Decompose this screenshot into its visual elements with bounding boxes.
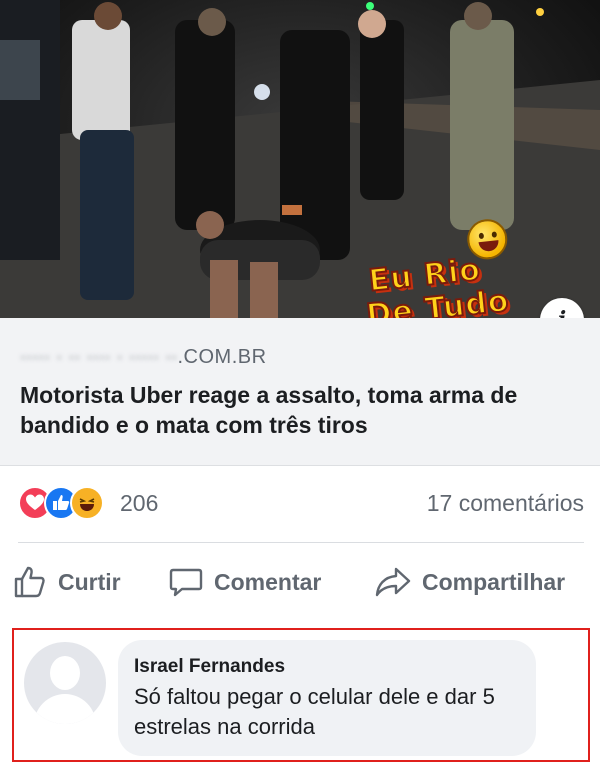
post-photo[interactable]: Eu Rio De Tudo i xyxy=(0,0,600,318)
comment-bubble-icon xyxy=(169,568,203,597)
link-domain: ∙∙∙∙∙ ∙ ∙∙ ∙∙∙∙ ∙ ∙∙∙∙∙ ∙∙.COM.BR xyxy=(20,346,267,369)
share-button[interactable]: Compartilhar xyxy=(374,562,565,602)
avatar[interactable] xyxy=(24,642,106,724)
thumbs-up-icon xyxy=(14,566,45,598)
info-icon: i xyxy=(558,307,566,318)
haha-icon xyxy=(70,486,104,520)
avatar-body xyxy=(34,694,96,724)
comment-text: Só faltou pegar o celular dele e dar 5 e… xyxy=(134,684,495,739)
link-title[interactable]: Motorista Uber reage a assalto, toma arm… xyxy=(20,380,580,440)
divider xyxy=(18,542,584,543)
action-bar: Curtir Comentar Compartilhar xyxy=(0,552,600,612)
link-domain-suffix: .COM.BR xyxy=(177,346,267,368)
reaction-count[interactable]: 206 xyxy=(120,490,158,517)
reactions-summary[interactable]: 206 17 comentários xyxy=(0,466,600,544)
comment-author[interactable]: Israel Fernandes xyxy=(134,656,285,678)
comment-button[interactable]: Comentar xyxy=(168,562,321,602)
like-button[interactable]: Curtir xyxy=(12,562,121,602)
share-label: Compartilhar xyxy=(422,568,566,595)
avatar-head xyxy=(50,656,80,690)
reaction-icons[interactable] xyxy=(18,486,118,522)
comment-count[interactable]: 17 comentários xyxy=(427,490,584,517)
link-preview[interactable]: ∙∙∙∙∙ ∙ ∙∙ ∙∙∙∙ ∙ ∙∙∙∙∙ ∙∙.COM.BR Motori… xyxy=(0,318,600,466)
link-domain-obscured: ∙∙∙∙∙ ∙ ∙∙ ∙∙∙∙ ∙ ∙∙∙∙∙ ∙∙ xyxy=(20,346,178,368)
like-label: Curtir xyxy=(58,568,121,595)
comment-label: Comentar xyxy=(214,568,322,595)
comment-bubble[interactable]: Israel Fernandes Só faltou pegar o celul… xyxy=(118,640,536,756)
highlighted-comment: Israel Fernandes Só faltou pegar o celul… xyxy=(12,628,590,762)
share-arrow-icon xyxy=(375,567,411,597)
